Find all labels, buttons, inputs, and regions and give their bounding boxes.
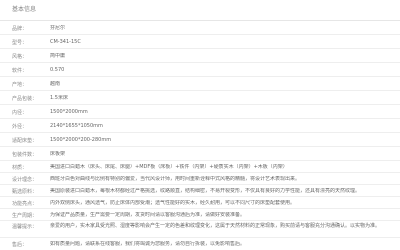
spec-label: 软件： (12, 68, 28, 74)
spec-value: 0.570 (50, 67, 65, 73)
spec-label: 甄选原料： (12, 189, 38, 195)
spec-label: 功能亮点： (12, 201, 38, 207)
spec-label: 生产周期： (12, 213, 38, 219)
spec-value: 2140*1655*1050mm (50, 123, 103, 129)
spec-label: 适配床垫： (12, 138, 38, 144)
spec-row-origin: 产地： 越南 (0, 77, 400, 91)
spec-value: 美国进口白蜡木（床头、床尾、床腿）+MDF板（床板）+铁件（内架）+硬质实木（内… (50, 164, 288, 170)
spec-label: 产地： (12, 82, 28, 88)
spec-row-inner-size: 内径： 1500*2000mm (0, 105, 400, 119)
spec-row-outer-size: 外径： 2140*1655*1050mm (0, 119, 400, 133)
spec-value: 如有质量问题，请联系在线客服，我们将竭诚为您服务，请勿自行拆装，以免影响售后。 (50, 241, 246, 247)
spec-label: 内径： (12, 110, 28, 116)
spec-row-style: 风格： 简中庸 (0, 49, 400, 63)
section-title: 基本信息 (12, 6, 37, 13)
spec-row-features: 功能亮点： 内外双侧床头，通风透气，防止床体内部受潮；透气性能好的实木，经久耐用… (0, 197, 400, 209)
spec-row-production: 生产周期： 为保证产品质量，生产需要一定周期，发货时间请以客服沟通后为准，请做好… (0, 209, 400, 221)
spec-label: 材质： (12, 165, 28, 171)
spec-value: 1.5米床 (50, 95, 68, 101)
spec-label: 外径： (12, 124, 28, 130)
spec-value: 1500*2000*200-280mm (50, 137, 112, 143)
spec-row-software: 软件： 0.570 (0, 63, 400, 77)
spec-value: 内外双侧床头，通风透气，防止床体内部受潮；透气性能好的实木，经久耐用，可以不同尺… (50, 200, 296, 206)
spec-value: 1500*2000mm (50, 109, 88, 115)
product-spec-panel: 基本信息 品牌： 芬尼尔 型号： CM-341-15C 风格： 简中庸 软件： … (0, 0, 400, 250)
spec-value: 越南 (50, 81, 61, 87)
spec-value: 为保证产品质量，生产需要一定周期，发货时间请以客服沟通后为准，请做好安装准备。 (50, 212, 246, 218)
spec-row-mattress: 适配床垫： 1500*2000*200-280mm (0, 133, 400, 147)
spec-value: 美国原装进口白蜡木，每根木材都经过严格挑选，纹路顺直，结构细密，不易开裂变形，不… (50, 188, 361, 194)
spec-row-brand: 品牌： 芬尼尔 (0, 21, 400, 35)
spec-label: 产品包装： (12, 96, 38, 102)
spec-row-material: 材质： 美国进口白蜡木（床头、床尾、床腿）+MDF板（床板）+铁件（内架）+硬质… (0, 161, 400, 173)
spec-value: 西班牙白色对曲线与比例有特别的偏爱，当代风设计师，用时间重新诠释中式风格的精髓，… (50, 176, 301, 182)
spec-row-package: 产品包装： 1.5米床 (0, 91, 400, 105)
spec-value: 芬尼尔 (50, 25, 66, 31)
spec-value: 床板架 (50, 151, 66, 157)
spec-row-design: 设计理念： 西班牙白色对曲线与比例有特别的偏爱，当代风设计师，用时间重新诠释中式… (0, 173, 400, 185)
spec-label: 温馨提示： (12, 224, 38, 230)
spec-label: 型号： (12, 40, 28, 46)
spec-row-materials-selection: 甄选原料： 美国原装进口白蜡木，每根木材都经过严格挑选，纹路顺直，结构细密，不易… (0, 185, 400, 197)
spec-label: 售后： (12, 242, 28, 248)
spec-label: 品牌： (12, 26, 28, 32)
spec-value: 简中庸 (50, 53, 66, 59)
spec-label: 包装件数： (12, 152, 38, 158)
spec-value: CM-341-15C (50, 39, 81, 45)
spec-value: 亲爱的用户，实木家具受光照、湿度等影响会产生一定的色差和纹理变化，这属于天然材料… (50, 223, 381, 229)
spec-row-pieces: 包装件数： 床板架 (0, 147, 400, 161)
spec-label: 设计理念： (12, 177, 38, 183)
spec-row-aftersale: 售后： 如有质量问题，请联系在线客服，我们将竭诚为您服务，请勿自行拆装，以免影响… (0, 238, 400, 250)
spec-label: 风格： (12, 54, 28, 60)
spec-row-model: 型号： CM-341-15C (0, 35, 400, 49)
section-header: 基本信息 (0, 0, 400, 21)
spec-row-notice: 温馨提示： 亲爱的用户，实木家具受光照、湿度等影响会产生一定的色差和纹理变化，这… (0, 221, 400, 238)
